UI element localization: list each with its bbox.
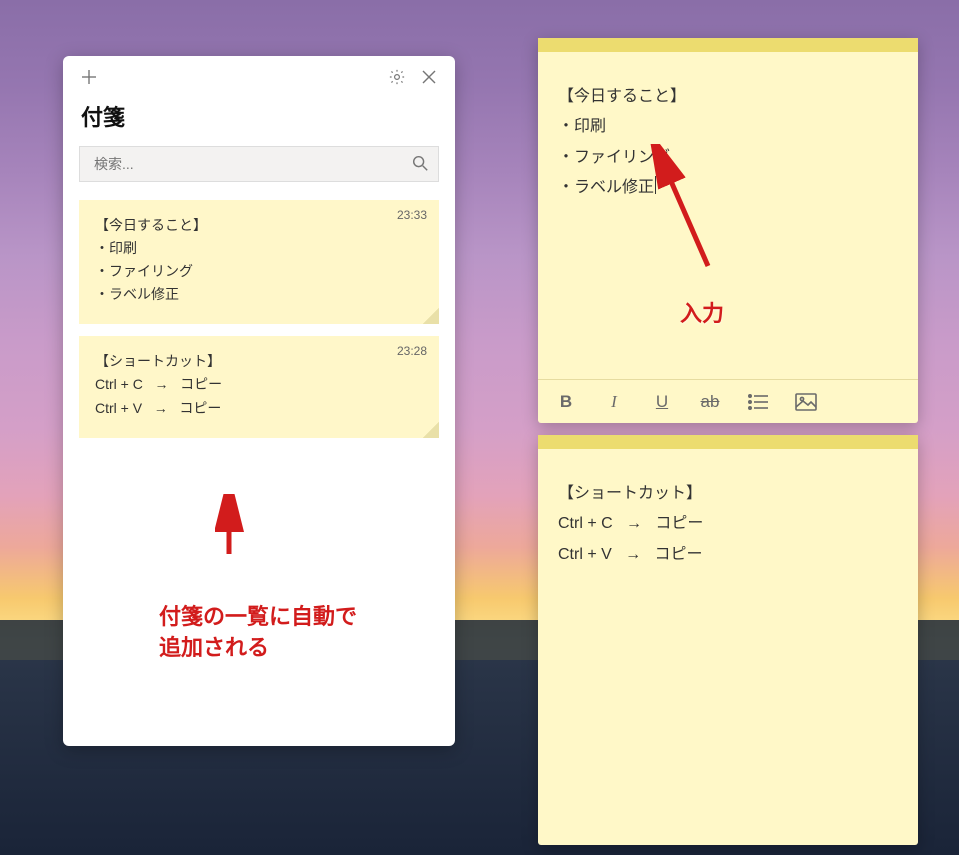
image-icon	[795, 393, 817, 411]
strikethrough-icon: ab	[701, 392, 720, 412]
sticky-body[interactable]: 【ショートカット】 Ctrl + C → コピー Ctrl + V → コピー	[538, 449, 918, 845]
note-line: Ctrl + C → コピー	[95, 373, 423, 396]
sticky-note-window-top[interactable]: 【今日すること】 ・印刷 ・ファイリング ・ラベル修正 B I U ab	[538, 38, 918, 423]
sticky-note-window-bottom[interactable]: 【ショートカット】 Ctrl + C → コピー Ctrl + V → コピー	[538, 435, 918, 845]
note-timestamp: 23:33	[397, 208, 427, 222]
sticky-color-bar	[538, 435, 918, 449]
settings-button[interactable]	[381, 61, 413, 93]
sticky-color-bar	[538, 38, 918, 52]
sticky-body[interactable]: 【今日すること】 ・印刷 ・ファイリング ・ラベル修正	[538, 52, 918, 379]
format-toolbar: B I U ab	[538, 379, 918, 423]
note-line: ・ラベル修正	[95, 283, 423, 306]
strikethrough-button[interactable]: ab	[690, 385, 730, 419]
bold-icon: B	[560, 392, 572, 412]
note-list-item[interactable]: 23:28 【ショートカット】 Ctrl + C → コピー Ctrl + V …	[79, 336, 439, 437]
annotation-line: 付箋の一覧に自動で	[159, 602, 357, 633]
list-heading: 付箋	[63, 98, 455, 142]
bold-button[interactable]: B	[546, 385, 586, 419]
note-fold-icon	[423, 422, 439, 438]
note-line: 【今日すること】	[95, 214, 423, 237]
close-icon	[422, 70, 436, 84]
italic-button[interactable]: I	[594, 385, 634, 419]
sticky-text: ・ラベル修正	[558, 179, 654, 196]
note-line: ・印刷	[95, 237, 423, 260]
sticky-line: ・ファイリング	[558, 143, 898, 173]
note-timestamp: 23:28	[397, 344, 427, 358]
sticky-notes-list-window: 付箋 23:33 【今日すること】 ・印刷 ・ファイリング ・ラベル修正 23:…	[63, 56, 455, 746]
list-titlebar	[63, 56, 455, 98]
underline-icon: U	[656, 392, 668, 412]
note-line: Ctrl + V → コピー	[95, 397, 423, 420]
plus-icon	[81, 69, 97, 85]
sticky-line: 【ショートカット】	[558, 479, 898, 509]
note-fold-icon	[423, 308, 439, 324]
new-note-button[interactable]	[73, 61, 105, 93]
sticky-line: ・ラベル修正	[558, 173, 898, 203]
note-line: ・ファイリング	[95, 260, 423, 283]
bullet-list-button[interactable]	[738, 385, 778, 419]
sticky-line: Ctrl + C → コピー	[558, 509, 898, 539]
sticky-line: Ctrl + V → コピー	[558, 540, 898, 570]
italic-icon: I	[611, 392, 617, 412]
search-wrap	[79, 146, 439, 182]
sticky-line: 【今日すること】	[558, 82, 898, 112]
bullet-list-icon	[748, 394, 768, 410]
image-button[interactable]	[786, 385, 826, 419]
close-button[interactable]	[413, 61, 445, 93]
sticky-line: ・印刷	[558, 112, 898, 142]
note-line: 【ショートカット】	[95, 350, 423, 373]
search-icon	[411, 154, 429, 172]
annotation-text: 付箋の一覧に自動で 追加される	[159, 602, 357, 664]
text-caret-icon	[655, 176, 656, 194]
annotation-line: 追加される	[159, 633, 357, 664]
note-list-item[interactable]: 23:33 【今日すること】 ・印刷 ・ファイリング ・ラベル修正	[79, 200, 439, 324]
annotation-arrow-icon	[215, 494, 245, 558]
underline-button[interactable]: U	[642, 385, 682, 419]
gear-icon	[388, 68, 406, 86]
search-input[interactable]	[79, 146, 439, 182]
